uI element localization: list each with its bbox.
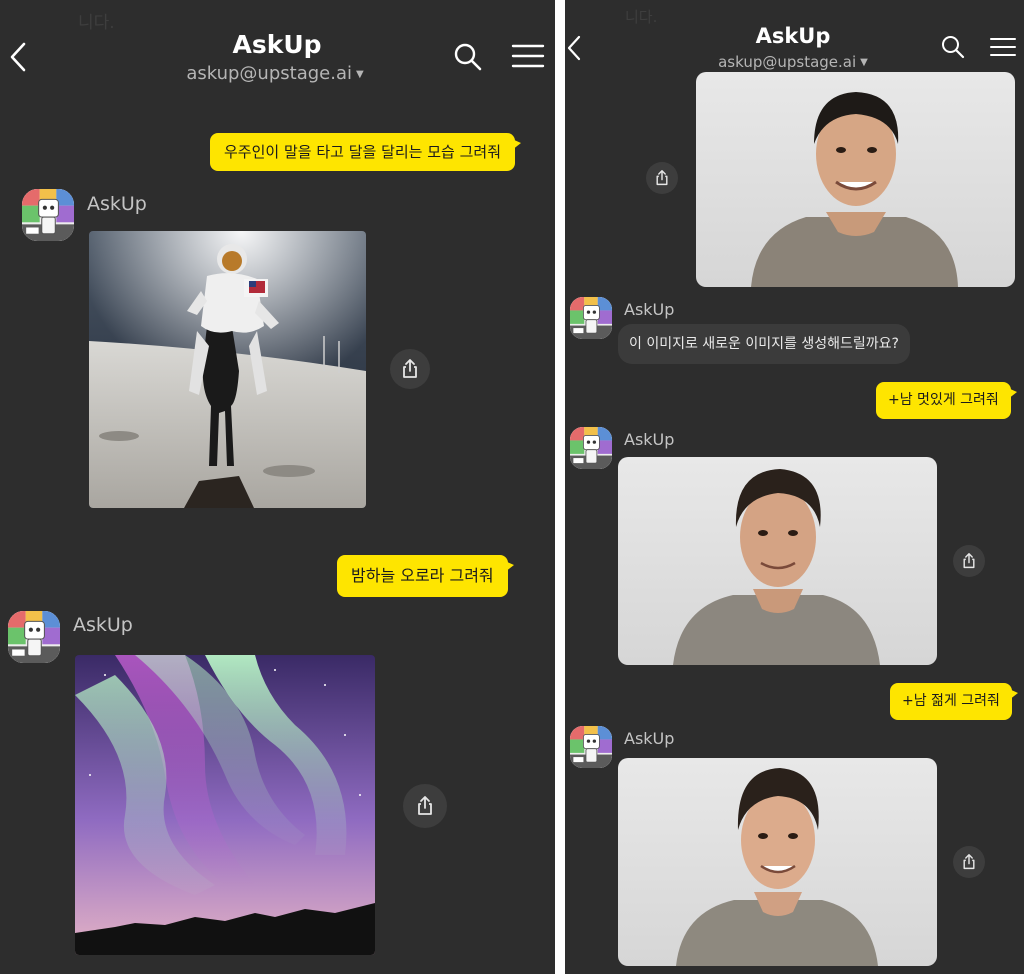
chevron-left-icon [10,42,26,72]
search-icon [942,36,965,59]
robot-avatar-icon [8,611,60,663]
caret-down-icon: ▼ [860,57,868,68]
share-icon [656,170,668,186]
robot-avatar-icon [570,427,612,469]
askup-avatar[interactable] [8,611,60,663]
generated-image-handsome[interactable] [618,457,937,665]
share-button[interactable] [646,162,678,194]
share-button[interactable] [953,846,985,878]
sender-name: AskUp [73,614,133,636]
share-button[interactable] [390,349,430,389]
generated-image-astronaut[interactable] [89,231,366,508]
robot-avatar-icon [22,189,74,241]
share-icon [963,553,975,569]
caret-down-icon: ▼ [355,69,364,80]
robot-avatar-icon [570,726,612,768]
astronaut-horse-image [89,231,366,508]
man-portrait-handsome [618,457,937,665]
sender-name: AskUp [87,193,147,215]
hamburger-menu-icon [511,44,545,68]
chat-subtitle: askup@upstage.ai [718,53,857,71]
search-icon [454,43,482,71]
uploaded-photo[interactable] [696,72,1015,287]
chat-title: AskUp [755,24,831,48]
my-message-bubble: +남 멋있게 그려줘 [876,382,1017,419]
robot-avatar-icon [570,297,612,339]
share-icon [963,854,975,870]
my-message-bubble: +남 젊게 그려줘 [890,683,1018,720]
generated-image-aurora[interactable] [75,655,375,955]
chat-title: AskUp [232,30,322,59]
askup-avatar[interactable] [570,297,612,339]
man-portrait-younger [618,758,937,966]
askup-avatar[interactable] [22,189,74,241]
my-message-bubble: 우주인이 말을 타고 달을 달리는 모습 그려줘 [210,133,522,171]
share-button[interactable] [403,784,447,828]
faded-previous-text: 니다. [78,13,115,33]
back-button[interactable] [6,40,30,74]
search-button[interactable] [940,34,966,60]
chat-account-selector[interactable]: askup@upstage.ai ▼ [150,63,400,84]
generated-image-younger[interactable] [618,758,937,966]
chat-screen-right: 니다. AskUp askup@upstage.ai ▼ AskUp 이 이미지로 [565,0,1024,974]
sender-name: AskUp [624,430,675,449]
chevron-left-icon [567,35,581,61]
sender-name: AskUp [624,300,675,319]
share-icon [418,796,432,815]
hamburger-menu-icon [990,38,1016,56]
back-button[interactable] [565,34,585,62]
aurora-image [75,655,375,955]
share-button[interactable] [953,545,985,577]
panel-divider [555,0,565,974]
chat-screen-left: 니다. AskUp askup@upstage.ai ▼ 우주인이 말을 타고 달… [0,0,555,974]
man-portrait-photo [696,72,1015,287]
share-icon [403,359,417,378]
chat-account-selector[interactable]: askup@upstage.ai ▼ [683,53,903,71]
bot-message-bubble: 이 이미지로 새로운 이미지를 생성해드릴까요? [618,324,910,364]
askup-avatar[interactable] [570,726,612,768]
askup-avatar[interactable] [570,427,612,469]
chat-subtitle: askup@upstage.ai [186,63,352,84]
my-message-bubble: 밤하늘 오로라 그려줘 [337,555,514,597]
menu-button[interactable] [511,42,545,70]
faded-previous-text: 니다. [625,8,658,26]
sender-name: AskUp [624,729,675,748]
menu-button[interactable] [989,36,1017,58]
search-button[interactable] [452,41,484,73]
